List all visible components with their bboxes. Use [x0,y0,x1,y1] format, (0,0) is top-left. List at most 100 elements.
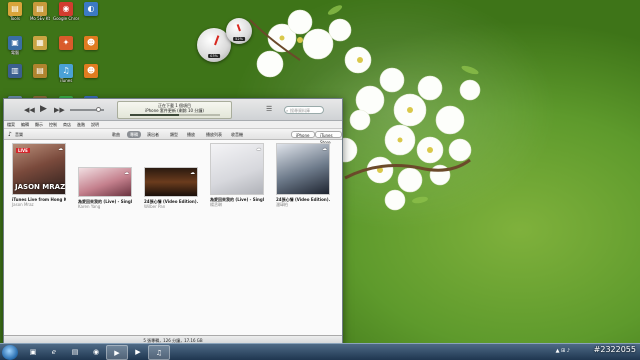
network-icon: ▥ [8,64,22,78]
itunes-window[interactable]: ◀◀ ▶ ▶▶ 正在下載 1 個項目 iPhone 套件更新 (剩餘 10 分鐘… [3,98,343,346]
library-icon[interactable]: ♪ [8,129,12,140]
library-selector[interactable]: 音樂 [15,129,23,140]
user-icon: ☻ [84,36,98,50]
document-icon: ▦ [33,36,47,50]
live-badge: LIVE [16,148,30,153]
play-button[interactable]: ▶ [40,104,47,114]
volume-knob[interactable] [96,107,101,112]
iphone-button[interactable]: iPhone [291,131,315,138]
view-tab[interactable]: 類型 [167,131,181,138]
computer-icon: ▣ [8,36,22,50]
album-cover[interactable]: ☁ [144,167,198,197]
desktop-icon-label: Mo 5Ev Kt [29,16,51,21]
menu-item[interactable]: 顯示 [35,122,43,127]
album-item[interactable]: ☁ 為愛回來我的 (Live) - Single 楊丞琳 [210,143,264,207]
folder-icon: ▤ [33,64,47,78]
icloud-icon[interactable]: ☁ [256,146,261,152]
album-item[interactable]: ☁ 24張心情 (Video Edition)... 潘瑋柏 [276,143,330,207]
album-cover[interactable]: ☁ [276,143,330,195]
view-tab[interactable]: 播放 [184,131,198,138]
desktop-icon[interactable]: ▤ [27,64,53,78]
desktop-icon-label: 電腦 [11,50,19,55]
chrome-icon[interactable]: ◉ [85,345,107,360]
cpu-readout: 03% [208,54,220,58]
memory-meter-gadget[interactable]: 52% [226,18,252,44]
desktop-icon[interactable]: ✦ [53,36,79,50]
icloud-icon[interactable]: ☁ [322,146,327,152]
view-tab[interactable]: 播放列表 [203,131,225,138]
desktop-icon[interactable]: ▥ [2,64,28,78]
menu-item[interactable]: 編輯 [21,122,29,127]
game-icon: ✦ [59,36,73,50]
memory-needle [236,24,241,32]
desktop-icon[interactable]: ☻ [78,64,104,78]
album-artist: 潘瑋柏 [276,202,288,207]
search-input[interactable]: ⌕ 搜尋資料庫 [284,106,324,114]
search-icon: ⌕ [286,108,289,113]
taskbar: ▣ ℯ ▤ ◉ ▶ ▶ ♫ ▲ ⊞ ♪ [0,343,640,360]
album-cover[interactable]: ☁ [78,167,132,197]
user-icon: ☻ [84,64,98,78]
folder-icon: ▤ [8,2,22,16]
icloud-icon[interactable]: ☁ [190,170,195,176]
cpu-needle [214,35,220,46]
chrome-icon: ◉ [59,2,73,16]
desktop-icon-label: Google Chrome [53,16,79,21]
ie-icon[interactable]: ℯ [43,345,65,360]
menu-item[interactable]: 商店 [63,122,71,127]
itunes-icon: ♫ [59,64,73,78]
folder-icon: ▤ [33,2,47,16]
desktop-icon[interactable]: ▣ 電腦 [2,36,28,55]
desktop-icon[interactable]: ▤ Tools [2,2,28,21]
album-artist: Wilber Pan [144,204,166,209]
itunes-store-button[interactable]: iTunes Store [315,131,342,145]
download-progress-fill [129,114,179,116]
album-item[interactable]: ☁ 為愛回來我的 (Live) - Single Karen Yang [78,167,132,209]
album-grid: ☁ LIVE JASON MRAZ iTunes Live from Hong K..… [4,141,342,331]
start-button[interactable] [2,345,18,360]
desktop-icon[interactable]: ▦ [27,36,53,50]
icloud-icon[interactable]: ☁ [58,146,63,152]
desktop-icon[interactable]: ◉Google Chrome [53,2,79,21]
status-display: 正在下載 1 個項目 iPhone 套件更新 (剩餘 10 分鐘) [117,101,232,119]
album-artist: Karen Yang [78,204,101,209]
album-cover[interactable]: ☁ [210,143,264,195]
menu-item[interactable]: 進階 [77,122,85,127]
desktop-icon-label: Tools [10,16,20,21]
status-line-2: iPhone 套件更新 (剩餘 10 分鐘) [145,108,204,113]
memory-readout: 52% [233,37,245,41]
media-icon[interactable]: ▶ [127,345,149,360]
icloud-icon[interactable]: ☁ [124,170,129,176]
menu-item[interactable]: 說明 [91,122,99,127]
navigation-bar: ♪ 音樂 歌曲專輯演出者類型播放播放列表收音機 iPhone iTunes St… [4,129,342,145]
view-tab[interactable]: 專輯 [127,131,141,138]
album-item[interactable]: ☁ LIVE JASON MRAZ iTunes Live from Hong K..… [12,143,66,207]
itunes-icon[interactable]: ♫ [148,345,170,360]
album-item[interactable]: ☁ 24張心情 (Video Edition)... Wilber Pan [144,167,198,209]
app-icon: ◐ [84,2,98,16]
next-track-button[interactable]: ▶▶ [54,106,65,114]
album-cover[interactable]: ☁ LIVE JASON MRAZ [12,143,66,195]
menu-list-icon[interactable]: ☰ [266,105,272,113]
menu-item[interactable]: 檔案 [7,122,15,127]
desktop-icon[interactable]: ☻ [78,36,104,50]
desktop-icon-label: iTunes [59,78,73,83]
menu-item[interactable]: 控制 [49,122,57,127]
explorer-icon[interactable]: ▣ [22,345,44,360]
system-tray-icons[interactable]: ▲ ⊞ ♪ [556,348,570,354]
volume-slider[interactable] [70,107,104,112]
view-tab[interactable]: 歌曲 [109,131,123,138]
desktop-icon[interactable]: ◐ [78,2,104,16]
media-icon[interactable]: ▶ [106,345,128,360]
folder-icon[interactable]: ▤ [64,345,86,360]
itunes-titlebar[interactable]: ◀◀ ▶ ▶▶ 正在下載 1 個項目 iPhone 套件更新 (剩餘 10 分鐘… [4,99,342,121]
desktop-icon[interactable]: ▤ Mo 5Ev Kt [27,2,53,21]
cover-text: JASON MRAZ [15,183,66,191]
watermark: #2322055 [593,345,636,354]
view-tab[interactable]: 演出者 [144,131,162,138]
album-artist: Jason Mraz [12,202,34,207]
desktop-icon[interactable]: ♫ iTunes [53,64,79,83]
previous-track-button[interactable]: ◀◀ [24,106,35,114]
view-tab[interactable]: 收音機 [228,131,246,138]
search-placeholder: 搜尋資料庫 [290,108,310,113]
